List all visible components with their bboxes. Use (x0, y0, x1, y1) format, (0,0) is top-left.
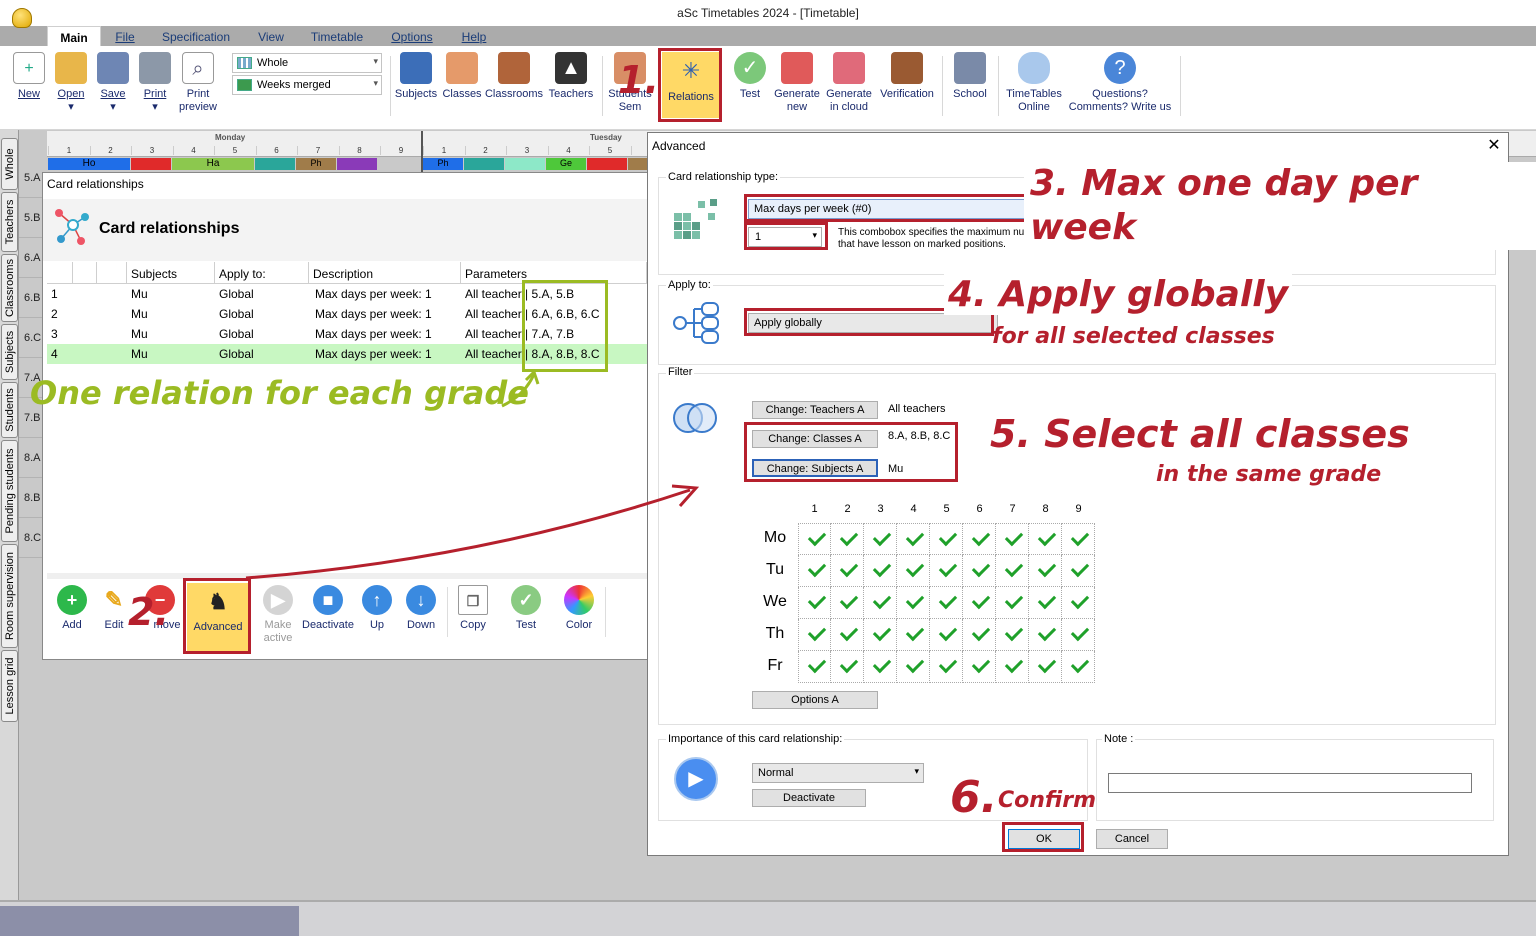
annotation-arrows (245, 369, 700, 580)
